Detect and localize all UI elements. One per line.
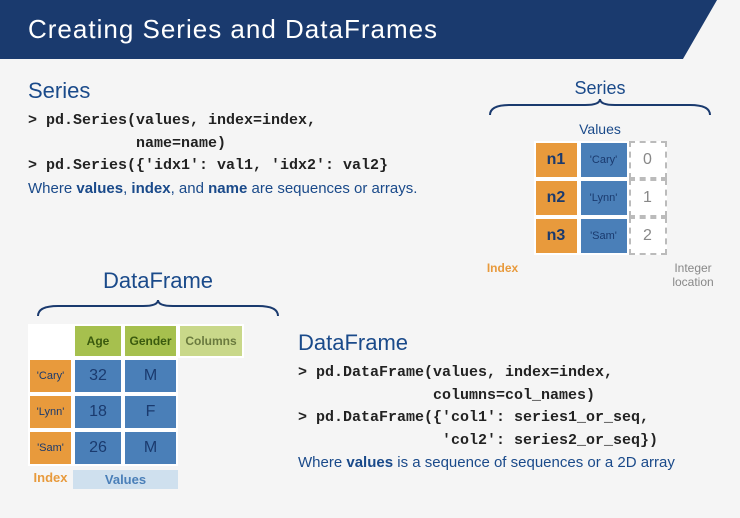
df-col-header: Gender (123, 324, 178, 358)
series-index-cell: n3 (534, 217, 579, 255)
desc-text: , and (171, 180, 209, 197)
series-title: Series (28, 78, 438, 104)
series-footer: Index Integer location (480, 261, 720, 290)
series-code: > pd.Series(values, index=index, name=na… (28, 110, 438, 178)
series-value-cell: 'Sam' (579, 217, 629, 255)
series-iloc-cell: 1 (629, 179, 667, 217)
series-value-cell: 'Cary' (579, 141, 629, 179)
df-values-label: Values (73, 470, 178, 489)
values-label: Values (480, 121, 720, 137)
df-index-label: Index (28, 470, 73, 489)
series-value-cell: 'Lynn' (579, 179, 629, 217)
df-value-cell: M (123, 430, 178, 466)
df-desc: Where values is a sequence of sequences … (298, 452, 733, 473)
df-blank (178, 394, 244, 430)
df-index-cell: 'Sam' (28, 430, 73, 466)
df-value-cell: F (123, 394, 178, 430)
df-columns-label: Columns (178, 324, 244, 358)
iloc-label: Integer location (658, 261, 728, 290)
brace-icon (480, 99, 720, 117)
brace-icon (28, 300, 288, 318)
df-title: DataFrame (298, 330, 733, 356)
series-index-cell: n1 (534, 141, 579, 179)
df-value-cell: 26 (73, 430, 123, 466)
desc-bold: values (76, 180, 123, 197)
df-index-cell: 'Cary' (28, 358, 73, 394)
dataframe-section: DataFrame > pd.DataFrame(values, index=i… (298, 330, 733, 473)
desc-text: Where (298, 454, 346, 471)
series-visual: Series Values n1 'Cary' 0 n2 'Lynn' 1 n3… (480, 78, 720, 290)
desc-bold: name (208, 180, 247, 197)
df-empty-cell (28, 324, 73, 358)
df-code: > pd.DataFrame(values, index=index, colu… (298, 362, 733, 452)
desc-text: are sequences or arrays. (247, 180, 417, 197)
df-col-header: Age (73, 324, 123, 358)
df-index-cell: 'Lynn' (28, 394, 73, 430)
df-grid: Age Gender Columns 'Cary' 32 M 'Lynn' 18… (28, 324, 288, 466)
series-iloc-cell: 0 (629, 141, 667, 179)
desc-bold: values (346, 454, 393, 471)
series-grid: n1 'Cary' 0 n2 'Lynn' 1 n3 'Sam' 2 (534, 141, 667, 255)
df-value-cell: M (123, 358, 178, 394)
index-label: Index (480, 261, 525, 290)
series-desc: Where values, index, and name are sequen… (28, 178, 438, 199)
df-blank (178, 358, 244, 394)
df-value-cell: 32 (73, 358, 123, 394)
series-vis-title: Series (480, 78, 720, 99)
series-index-cell: n2 (534, 179, 579, 217)
series-section: Series > pd.Series(values, index=index, … (28, 78, 438, 199)
dataframe-visual: DataFrame Age Gender Columns 'Cary' 32 M… (28, 268, 288, 489)
series-iloc-cell: 2 (629, 217, 667, 255)
df-footer: Index Values (28, 470, 288, 489)
desc-text: is a sequence of sequences or a 2D array (393, 454, 675, 471)
df-value-cell: 18 (73, 394, 123, 430)
page-header: Creating Series and DataFrames (0, 0, 740, 59)
df-vis-title: DataFrame (28, 268, 288, 294)
desc-bold: index (131, 180, 170, 197)
desc-text: Where (28, 180, 76, 197)
df-blank (178, 430, 244, 466)
